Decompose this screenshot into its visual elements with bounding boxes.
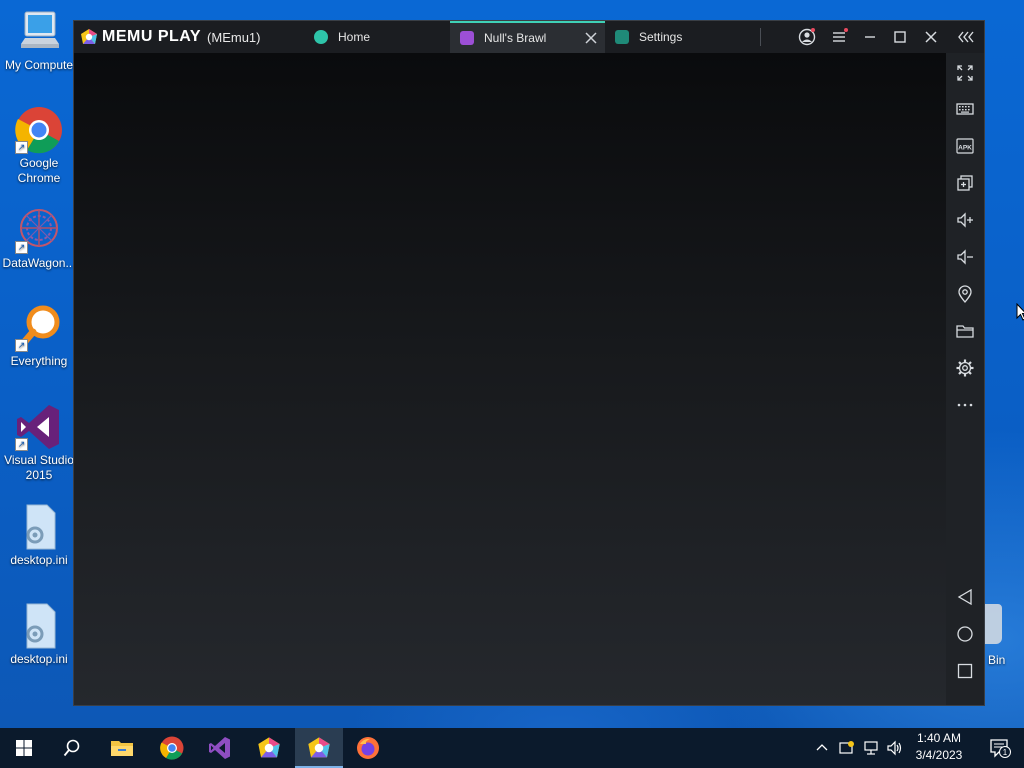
menu-icon[interactable] bbox=[829, 27, 849, 47]
memu-toolbar: APK bbox=[946, 53, 984, 705]
chrome-icon: ↗ bbox=[15, 106, 63, 154]
nulls-brawl-icon bbox=[460, 31, 474, 45]
notification-count: 1 bbox=[1003, 748, 1008, 757]
memu-multi-icon bbox=[258, 737, 280, 758]
desktop-icon-my-computer[interactable]: My Compute bbox=[0, 8, 78, 73]
taskbar-file-explorer[interactable] bbox=[98, 728, 146, 768]
start-button[interactable] bbox=[0, 728, 48, 768]
settings-file-icon bbox=[15, 602, 63, 650]
desktop-icon-desktop-ini[interactable]: desktop.ini bbox=[0, 503, 78, 568]
back-icon[interactable] bbox=[955, 587, 975, 607]
memu-brand: MEMU PLAY (MEmu1) bbox=[80, 27, 260, 47]
tab-home-label: Home bbox=[338, 30, 371, 44]
close-icon[interactable] bbox=[921, 27, 941, 47]
memu-brand-name: MEMU PLAY bbox=[102, 28, 202, 45]
desktop-icon-everything[interactable]: ↗ Everything bbox=[0, 304, 78, 369]
network-icon[interactable] bbox=[862, 740, 880, 756]
firefox-icon bbox=[357, 737, 379, 759]
taskbar-memu-multi[interactable] bbox=[245, 728, 293, 768]
keyboard-icon[interactable] bbox=[955, 99, 975, 119]
clock-time: 1:40 AM bbox=[916, 731, 962, 745]
taskbar: 1:40 AM 3/4/2023 1 bbox=[0, 728, 1024, 768]
folder-icon[interactable] bbox=[955, 321, 975, 341]
shortcut-arrow-icon: ↗ bbox=[15, 438, 28, 451]
everything-search-icon: ↗ bbox=[15, 304, 63, 352]
apk-label: APK bbox=[958, 145, 972, 152]
settings-gear-icon[interactable] bbox=[955, 358, 975, 378]
computer-icon bbox=[15, 8, 63, 56]
chrome-icon bbox=[160, 736, 184, 760]
shortcut-arrow-icon: ↗ bbox=[15, 141, 28, 154]
tab-settings[interactable]: Settings bbox=[605, 21, 755, 53]
volume-up-icon[interactable] bbox=[955, 210, 975, 230]
visual-studio-icon bbox=[209, 737, 230, 759]
action-center-button[interactable]: 1 bbox=[976, 728, 1024, 768]
desktop-icon-desktop-ini-2[interactable]: desktop.ini bbox=[0, 602, 78, 667]
tab-nulls-brawl-label: Null's Brawl bbox=[484, 31, 547, 45]
visual-studio-icon: ↗ bbox=[15, 403, 63, 451]
network-share-icon[interactable] bbox=[838, 740, 856, 756]
minimize-icon[interactable] bbox=[860, 27, 880, 47]
start-icon bbox=[16, 740, 32, 756]
tab-nulls-brawl[interactable]: Null's Brawl bbox=[450, 21, 605, 53]
home-icon[interactable] bbox=[955, 624, 975, 644]
apk-install-icon[interactable]: APK bbox=[955, 136, 975, 156]
datawagon-icon: ↗ bbox=[15, 206, 63, 254]
memu-logo-icon bbox=[81, 29, 97, 44]
desktop-icon-visual-studio[interactable]: ↗ Visual Studio 2015 bbox=[0, 403, 78, 483]
tab-home[interactable]: Home bbox=[304, 21, 454, 53]
clock-date: 3/4/2023 bbox=[915, 748, 963, 762]
memu-instance-name: (MEmu1) bbox=[207, 29, 261, 45]
taskbar-search-button[interactable] bbox=[48, 728, 96, 768]
shortcut-arrow-icon: ↗ bbox=[15, 241, 28, 254]
memu-window: MEMU PLAY (MEmu1) Home Null's Brawl Sett… bbox=[73, 20, 985, 706]
tab-close-icon[interactable] bbox=[585, 32, 597, 44]
account-icon[interactable] bbox=[797, 27, 817, 47]
more-icon[interactable] bbox=[955, 395, 975, 415]
memu-icon bbox=[308, 737, 330, 758]
location-icon[interactable] bbox=[955, 284, 975, 304]
taskbar-chrome[interactable] bbox=[148, 728, 196, 768]
multi-instance-icon[interactable] bbox=[955, 173, 975, 193]
desktop-icon-datawagon[interactable]: ↗ DataWagon... bbox=[0, 206, 78, 271]
system-tray bbox=[814, 728, 904, 768]
settings-file-icon bbox=[15, 503, 63, 551]
collapse-sidebar-icon[interactable] bbox=[956, 27, 976, 47]
search-icon bbox=[63, 739, 80, 757]
title-separator bbox=[760, 28, 761, 46]
settings-app-icon bbox=[615, 30, 629, 44]
maximize-icon[interactable] bbox=[890, 27, 910, 47]
android-screen[interactable] bbox=[74, 53, 946, 705]
notification-icon: 1 bbox=[990, 739, 1011, 758]
memu-title-bar[interactable]: MEMU PLAY (MEmu1) Home Null's Brawl Sett… bbox=[74, 21, 984, 53]
volume-down-icon[interactable] bbox=[955, 247, 975, 267]
show-hidden-icons-icon[interactable] bbox=[814, 740, 830, 756]
taskbar-visual-studio[interactable] bbox=[196, 728, 244, 768]
taskbar-firefox[interactable] bbox=[344, 728, 392, 768]
mouse-cursor-icon bbox=[1016, 303, 1024, 321]
desktop-icon-chrome[interactable]: ↗ Google Chrome bbox=[0, 106, 78, 186]
taskbar-clock[interactable]: 1:40 AM 3/4/2023 bbox=[902, 730, 976, 764]
shortcut-arrow-icon: ↗ bbox=[15, 339, 28, 352]
file-explorer-icon bbox=[111, 741, 133, 756]
taskbar-memu[interactable] bbox=[295, 728, 343, 768]
fullscreen-icon[interactable] bbox=[955, 63, 975, 83]
recents-icon[interactable] bbox=[955, 661, 975, 681]
tab-settings-label: Settings bbox=[639, 30, 683, 44]
home-app-icon bbox=[314, 30, 328, 44]
